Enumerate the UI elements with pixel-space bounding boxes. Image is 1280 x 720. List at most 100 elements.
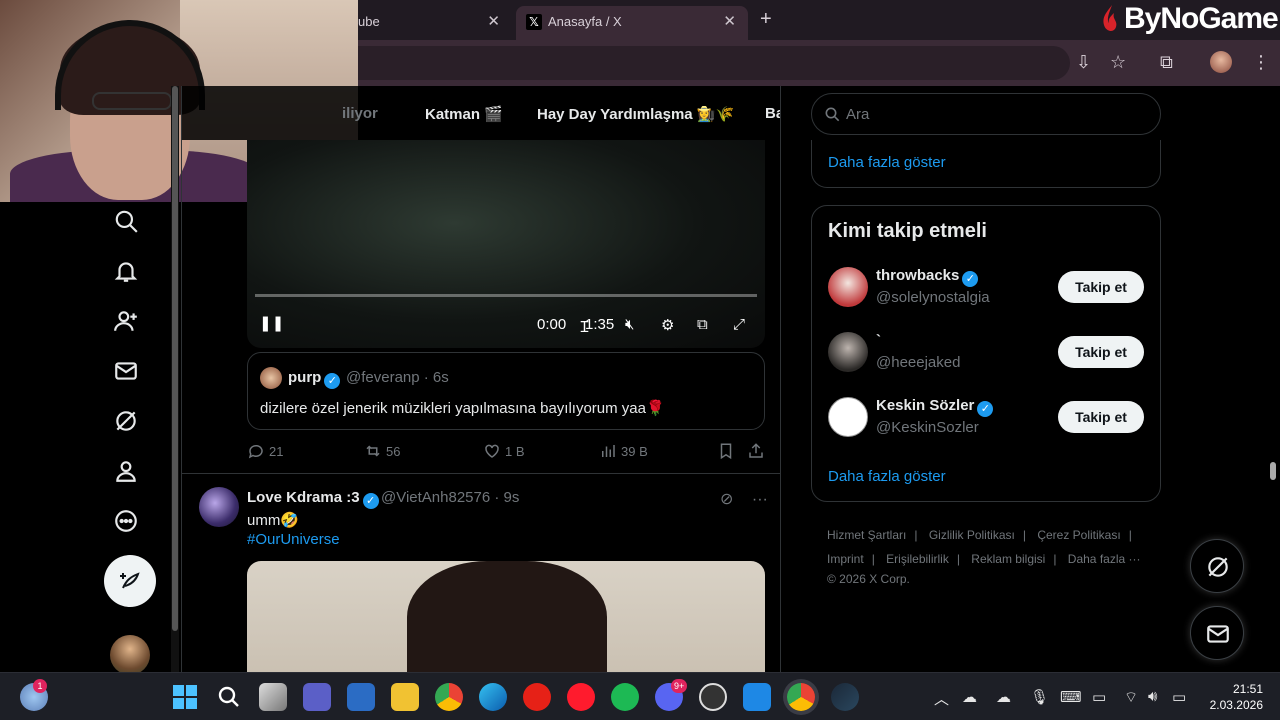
onedrive-icon[interactable]: ☁ bbox=[996, 688, 1011, 706]
tweet-author-name[interactable]: Love Kdrama :3 ✓ bbox=[247, 489, 379, 509]
file-explorer-icon[interactable] bbox=[391, 683, 419, 711]
views-button[interactable]: 39 B bbox=[599, 442, 648, 460]
footer-link[interactable]: Gizlilik Politikası bbox=[929, 528, 1015, 542]
volume-icon[interactable]: 🔊︎ bbox=[1148, 688, 1157, 705]
footer-link[interactable]: Çerez Politikası bbox=[1037, 528, 1120, 542]
battery-icon[interactable]: ▭ bbox=[1172, 688, 1186, 706]
steam-icon[interactable] bbox=[831, 683, 859, 711]
bookmark-button[interactable] bbox=[717, 442, 739, 460]
show-more-link[interactable]: Daha fazla göster bbox=[828, 468, 946, 485]
system-clock[interactable]: 21:51 2.03.2026 bbox=[1205, 681, 1263, 713]
tab-item[interactable]: Hay Day Yardımlaşma 👩‍🌾🌾 bbox=[537, 105, 734, 123]
tab-x-home[interactable]: 𝕏 Anasayfa / X ✕ bbox=[516, 6, 748, 40]
store-icon[interactable] bbox=[347, 683, 375, 711]
search-input[interactable]: Ara bbox=[811, 93, 1161, 135]
search-icon[interactable] bbox=[215, 683, 243, 711]
verified-badge-icon: ✓ bbox=[962, 271, 979, 287]
user-name: throwbacks ✓ bbox=[876, 267, 979, 287]
display-icon[interactable]: ▭ bbox=[1092, 688, 1106, 706]
follow-suggestion[interactable]: ` @heeejaked Takip et bbox=[828, 332, 1148, 376]
footer-link[interactable]: Reklam bilgisi bbox=[971, 552, 1045, 566]
tab-item[interactable]: iliyor bbox=[342, 105, 378, 122]
tweet-header-icons: ⊘ ··· bbox=[720, 489, 768, 509]
avatar[interactable] bbox=[199, 487, 239, 527]
close-tab-icon[interactable]: ✕ bbox=[723, 12, 736, 30]
new-tab-button[interactable]: + bbox=[760, 8, 772, 31]
chrome-profile-icon[interactable] bbox=[787, 683, 815, 711]
show-more-link[interactable]: Daha fazla göster bbox=[828, 154, 946, 171]
opera-icon[interactable] bbox=[567, 683, 595, 711]
video-progress-bar[interactable] bbox=[255, 294, 757, 297]
card-title: Kimi takip etmeli bbox=[828, 220, 987, 242]
reply-button[interactable]: 21 bbox=[247, 442, 283, 460]
footer-link[interactable]: Erişilebilirlik bbox=[886, 552, 949, 566]
install-app-icon[interactable]: ⇩ bbox=[1076, 52, 1091, 73]
verified-badge-icon: ✓ bbox=[362, 493, 379, 509]
quoted-tweet[interactable]: purp ✓ @feveranp · 6s dizilere özel jener… bbox=[247, 352, 765, 430]
youtube-music-icon[interactable] bbox=[523, 683, 551, 711]
show-hidden-icons-chevron-icon[interactable]: ︿ bbox=[934, 688, 949, 709]
grok-icon[interactable]: ⊘ bbox=[720, 491, 733, 508]
hashtag-link[interactable]: #OurUniverse bbox=[247, 531, 340, 548]
fullscreen-icon[interactable]: ⤢ bbox=[733, 316, 745, 333]
grok-icon[interactable] bbox=[108, 403, 144, 439]
user-name: ` bbox=[876, 332, 881, 349]
grok-fab-button[interactable] bbox=[1190, 539, 1244, 593]
left-scrollbar[interactable] bbox=[171, 86, 179, 672]
grok-icon bbox=[1208, 557, 1228, 577]
repost-button[interactable]: 56 bbox=[364, 442, 400, 460]
close-tab-icon[interactable]: ✕ bbox=[487, 12, 500, 30]
pause-icon[interactable]: ❚❚ bbox=[259, 314, 284, 332]
teams-icon[interactable] bbox=[303, 683, 331, 711]
footer-link[interactable]: Hizmet Şartları bbox=[827, 528, 906, 542]
bookmark-star-icon[interactable]: ☆ bbox=[1110, 52, 1126, 73]
more-options-icon[interactable] bbox=[108, 503, 144, 539]
notifications-bell-icon[interactable] bbox=[108, 253, 144, 289]
user-handle: @heeejaked bbox=[876, 354, 961, 371]
more-options-icon[interactable]: ··· bbox=[752, 491, 768, 508]
follow-button[interactable]: Takip et bbox=[1058, 336, 1144, 368]
picture-in-picture-icon[interactable]: ⧉ bbox=[697, 316, 708, 333]
settings-gear-icon[interactable]: ⚙ bbox=[661, 316, 674, 334]
follow-suggestion[interactable]: throwbacks ✓ @solelynostalgia Takip et bbox=[828, 267, 1148, 311]
explore-search-icon[interactable] bbox=[108, 203, 144, 239]
account-avatar[interactable] bbox=[110, 635, 150, 675]
video-player[interactable]: ❚❚ 0:00 Ｉ 1:35 🔇︎ ⚙ ⧉ ⤢ bbox=[247, 140, 765, 348]
extensions-icon[interactable]: ⧉ bbox=[1160, 52, 1173, 73]
windows-taskbar: 1 9+ ︿ ☁ ☁ 🎙︎ ⌨ ▭ ⌔ 🔊︎ ▭ 21:51 2.03.2026 bbox=[0, 672, 1280, 720]
follow-button[interactable]: Takip et bbox=[1058, 401, 1144, 433]
share-button[interactable] bbox=[747, 442, 769, 460]
keyboard-icon[interactable]: ⌨ bbox=[1060, 688, 1082, 706]
who-to-follow-card: Kimi takip etmeli throwbacks ✓ @solelynos… bbox=[811, 205, 1161, 502]
app-icon[interactable] bbox=[743, 683, 771, 711]
messages-mail-icon[interactable] bbox=[108, 353, 144, 389]
follow-suggestion[interactable]: Keskin Sözler ✓ @KeskinSozler Takip et bbox=[828, 397, 1148, 441]
profile-person-icon[interactable] bbox=[108, 453, 144, 489]
network-status-icon[interactable]: ☁ bbox=[962, 688, 977, 706]
wifi-icon[interactable]: ⌔ bbox=[1124, 688, 1138, 707]
like-button[interactable]: 1 B bbox=[483, 442, 525, 460]
tweet-media[interactable] bbox=[247, 561, 765, 672]
obs-icon[interactable] bbox=[699, 683, 727, 711]
address-bar[interactable] bbox=[240, 46, 1070, 80]
windows-start-icon[interactable] bbox=[171, 683, 199, 711]
microphone-icon[interactable]: 🎙︎ bbox=[1030, 688, 1049, 706]
edge-icon[interactable] bbox=[479, 683, 507, 711]
chrome-icon[interactable] bbox=[435, 683, 463, 711]
footer-link[interactable]: Imprint bbox=[827, 552, 864, 566]
footer-link[interactable]: Daha fazla ··· bbox=[1068, 552, 1141, 566]
share-icon bbox=[749, 443, 763, 458]
tab-item[interactable]: Ba bbox=[765, 105, 780, 122]
task-view-icon[interactable] bbox=[259, 683, 287, 711]
menu-kebab-icon[interactable]: ⋮ bbox=[1252, 52, 1270, 73]
follow-button[interactable]: Takip et bbox=[1058, 271, 1144, 303]
tab-item[interactable]: Katman 🎬 bbox=[425, 105, 503, 123]
compose-post-button[interactable] bbox=[104, 555, 156, 607]
spotify-icon[interactable] bbox=[611, 683, 639, 711]
profile-avatar[interactable] bbox=[1210, 51, 1232, 73]
left-navigation bbox=[95, 200, 165, 675]
follow-add-user-icon[interactable] bbox=[108, 303, 144, 339]
page-scrollbar[interactable] bbox=[1266, 86, 1280, 672]
mute-icon[interactable]: 🔇︎ bbox=[625, 316, 634, 333]
messages-fab-button[interactable] bbox=[1190, 606, 1244, 660]
